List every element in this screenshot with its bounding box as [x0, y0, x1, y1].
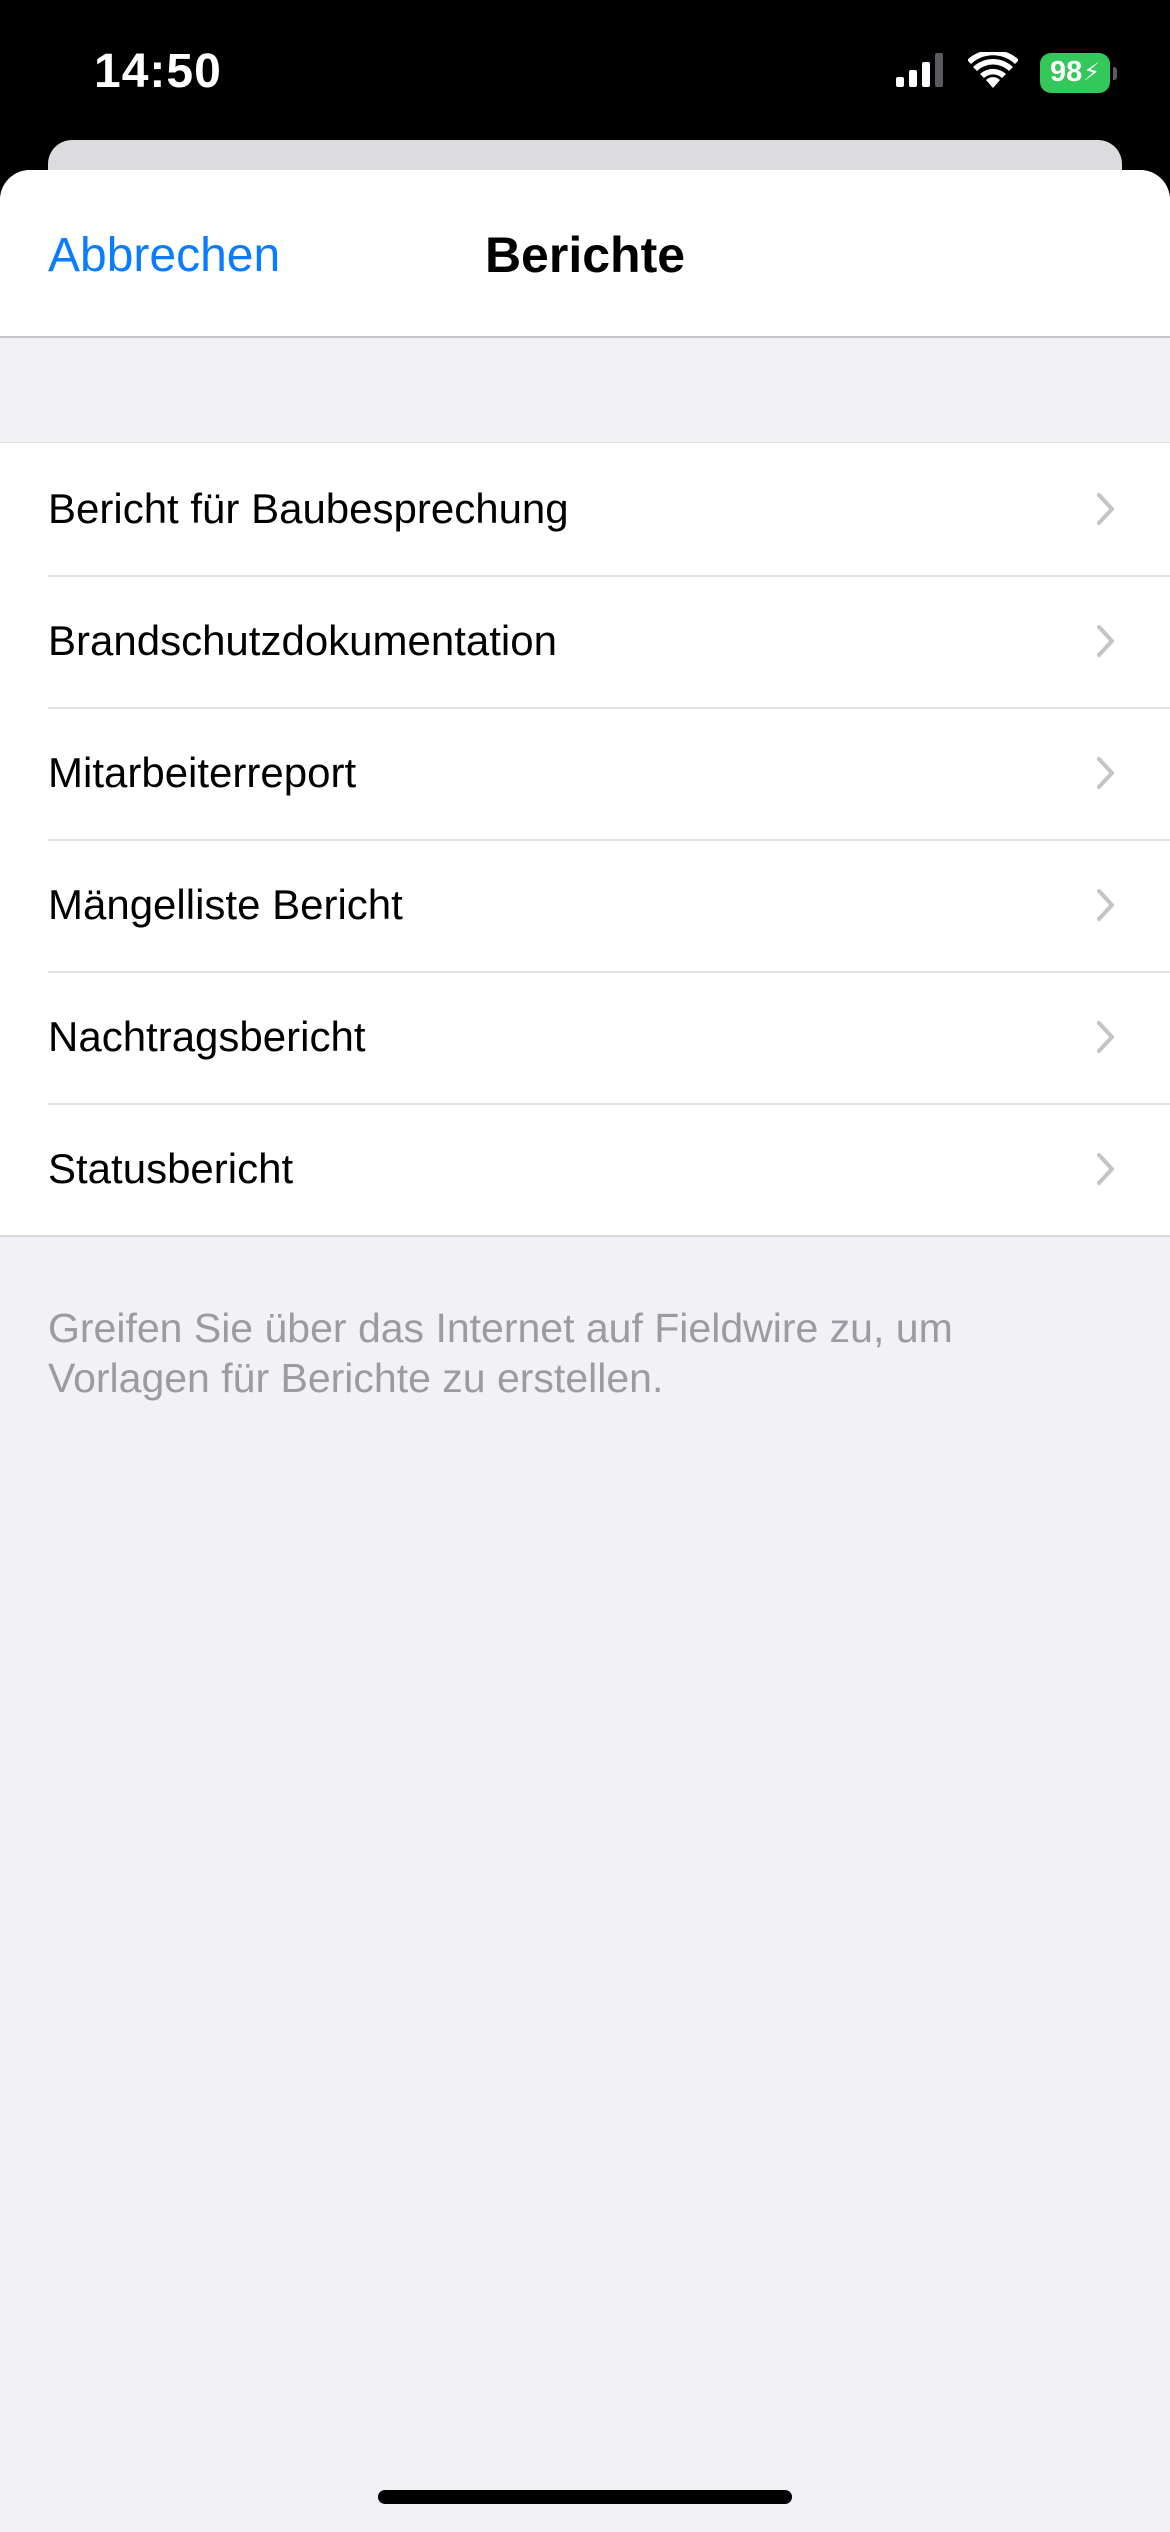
list-item-label: Bericht für Baubesprechung [48, 485, 569, 532]
reports-list: Bericht für Baubesprechung Brandschutzdo… [0, 442, 1170, 1237]
home-indicator[interactable] [378, 2490, 792, 2504]
battery-level: 98 [1049, 56, 1083, 88]
report-item-status[interactable]: Statusbericht [0, 1103, 1170, 1235]
chevron-right-icon [1097, 1153, 1114, 1185]
list-item-label: Mitarbeiterreport [48, 749, 357, 796]
report-item-baubesprechung[interactable]: Bericht für Baubesprechung [0, 443, 1170, 575]
list-item-label: Mängelliste Bericht [48, 881, 403, 928]
nav-bar: Abbrechen Berichte [0, 170, 1170, 338]
status-time: 14:50 [94, 45, 222, 98]
chevron-right-icon [1097, 757, 1114, 789]
charging-bolt-icon: ⚡ [1083, 59, 1101, 86]
status-bar: 14:50 98 ⚡ [0, 0, 1170, 150]
report-item-maengelliste[interactable]: Mängelliste Bericht [0, 839, 1170, 971]
chevron-right-icon [1097, 493, 1114, 525]
report-item-mitarbeiter[interactable]: Mitarbeiterreport [0, 707, 1170, 839]
battery-cap [1113, 66, 1117, 80]
wifi-icon [967, 49, 1019, 93]
battery-icon: 98 ⚡ [1040, 52, 1117, 93]
chevron-right-icon [1097, 1021, 1114, 1053]
list-item-label: Nachtragsbericht [48, 1013, 366, 1060]
report-item-nachtrag[interactable]: Nachtragsbericht [0, 971, 1170, 1103]
status-icons: 98 ⚡ [896, 49, 1117, 93]
list-item-label: Statusbericht [48, 1145, 294, 1192]
list-item-label: Brandschutzdokumentation [48, 617, 557, 664]
report-item-brandschutz[interactable]: Brandschutzdokumentation [0, 575, 1170, 707]
page-title: Berichte [484, 227, 686, 283]
screen: 14:50 98 ⚡ Abbrechen Berichte Bericht fü… [0, 0, 1170, 2532]
chevron-right-icon [1097, 625, 1114, 657]
cellular-signal-icon [896, 53, 946, 92]
reports-sheet: Abbrechen Berichte Bericht für Baubespre… [0, 170, 1170, 2532]
footer-note: Greifen Sie über das Internet auf Fieldw… [48, 1305, 953, 1401]
chevron-right-icon [1097, 889, 1114, 921]
